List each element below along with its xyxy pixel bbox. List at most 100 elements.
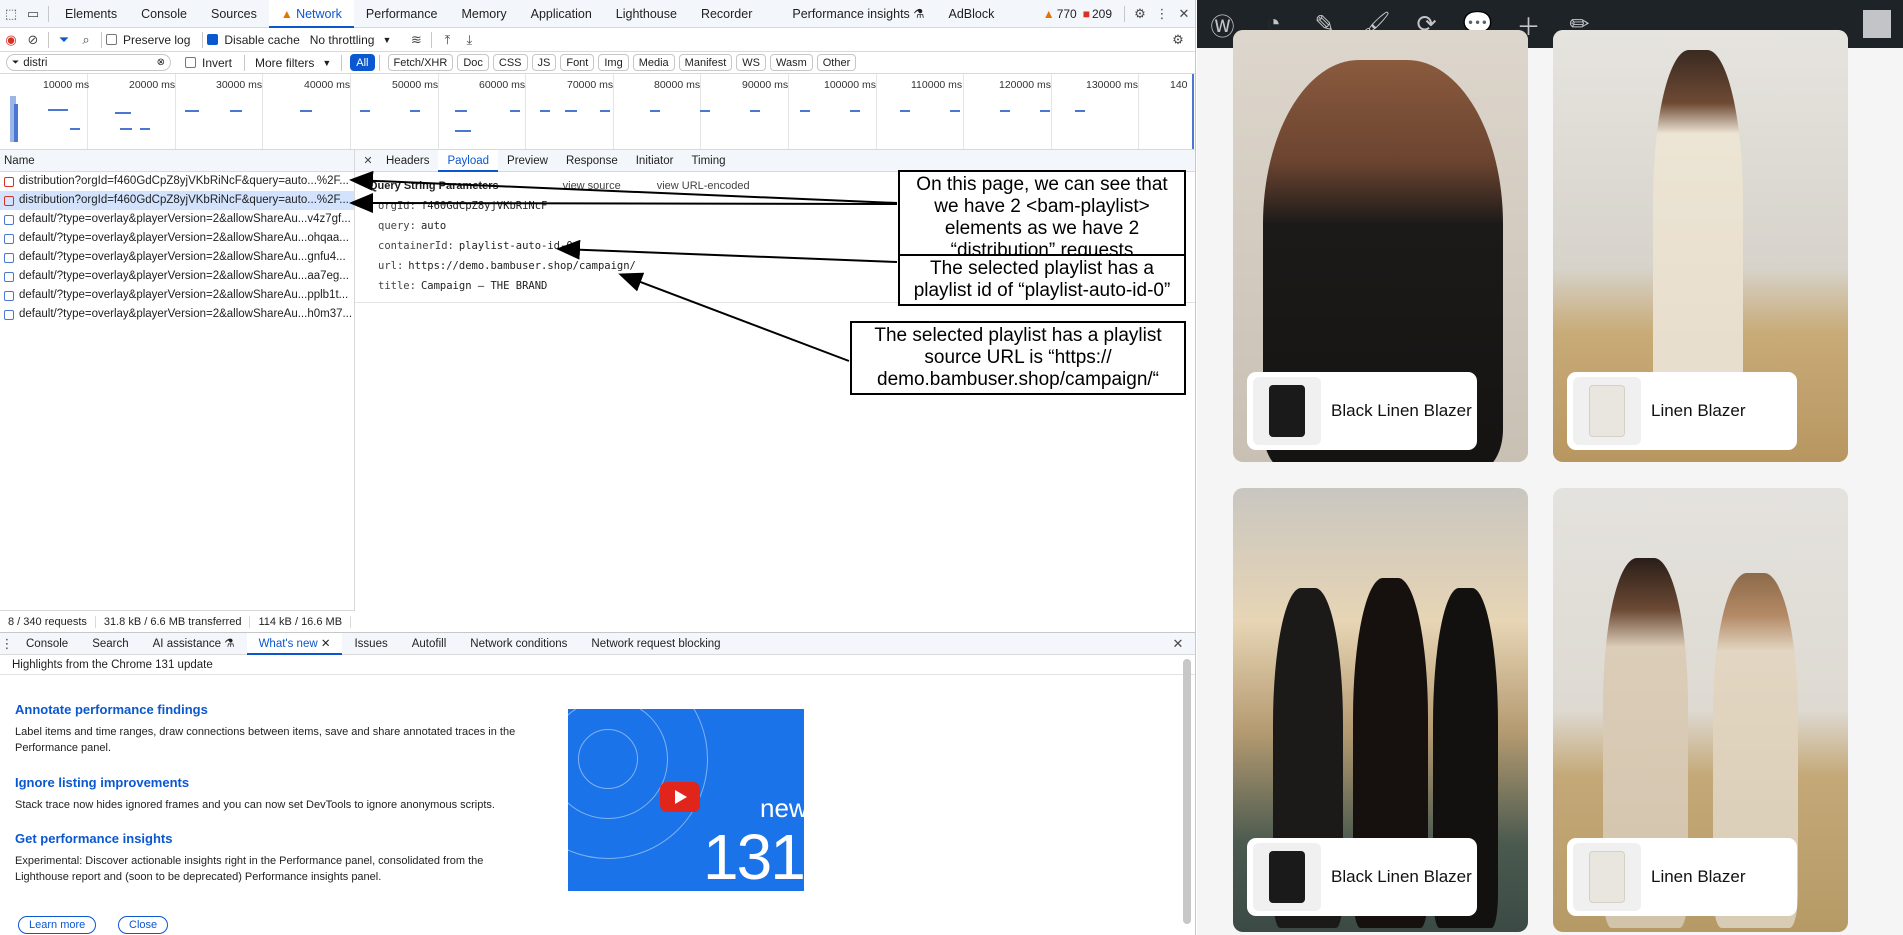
request-row[interactable]: distribution?orgId=f460GdCpZ8yjVKbRiNcF&… (0, 172, 354, 191)
close-icon[interactable]: ✕ (1173, 3, 1195, 25)
tab-lighthouse[interactable]: Lighthouse (604, 0, 689, 28)
chevron-down-icon[interactable]: ▼ (382, 35, 391, 45)
filter-type-doc[interactable]: Doc (457, 54, 489, 71)
filter-type-fetch-xhr[interactable]: Fetch/XHR (387, 54, 454, 71)
filter-type-js[interactable]: JS (531, 54, 557, 71)
tab-network[interactable]: ▲ Network (268, 0, 354, 28)
param-value: Campaign – THE BRAND (420, 280, 548, 292)
tab-memory[interactable]: Memory (449, 0, 518, 28)
import-har-icon[interactable]: ⤒ (436, 29, 458, 51)
view-source-link[interactable]: view source (563, 180, 621, 192)
product-card[interactable]: Black Linen Blazer (1247, 838, 1477, 916)
drawer-tab-whats-new[interactable]: What's new ✕ (246, 632, 343, 655)
preserve-log-checkbox[interactable] (106, 34, 117, 45)
request-row-selected[interactable]: distribution?orgId=f460GdCpZ8yjVKbRiNcF&… (0, 191, 354, 210)
tab-initiator[interactable]: Initiator (627, 150, 683, 172)
request-name: default/?type=overlay&playerVersion=2&al… (19, 308, 353, 320)
learn-more-button[interactable]: Learn more (18, 916, 97, 934)
filter-type-manifest[interactable]: Manifest (678, 54, 733, 71)
product-video-card[interactable]: Black Linen Blazer (1233, 488, 1528, 932)
drawer-tab-search[interactable]: Search (80, 633, 140, 655)
product-video-card[interactable]: Black Linen Blazer (1233, 30, 1528, 462)
whats-new-item-title[interactable]: Get performance insights (0, 831, 530, 846)
whats-new-video-thumbnail[interactable]: new 131 (568, 709, 804, 891)
tab-performance-insights[interactable]: Performance insights ⚗ (780, 0, 936, 28)
filter-type-other[interactable]: Other (816, 54, 857, 71)
product-card[interactable]: Linen Blazer (1567, 372, 1797, 450)
tab-console[interactable]: Console (129, 0, 199, 28)
request-row[interactable]: default/?type=overlay&playerVersion=2&al… (0, 229, 354, 248)
request-row[interactable]: default/?type=overlay&playerVersion=2&al… (0, 248, 354, 267)
whats-new-item-title[interactable]: Annotate performance findings (0, 702, 530, 717)
filter-type-all[interactable]: All (350, 54, 375, 71)
record-icon[interactable]: ◉ (0, 29, 22, 51)
filter-type-wasm[interactable]: Wasm (769, 54, 813, 71)
gear-icon[interactable]: ⚙ (1129, 3, 1151, 25)
more-filters-dropdown[interactable]: More filters (255, 56, 314, 70)
tab-payload[interactable]: Payload (438, 149, 499, 172)
network-timeline-overview[interactable]: 10000 ms 20000 ms 30000 ms 40000 ms 5000… (0, 74, 1195, 150)
errors-count[interactable]: 209 (1092, 7, 1112, 21)
param-value: f460GdCpZ8yjVKbRiNcF (420, 200, 548, 212)
request-row[interactable]: default/?type=overlay&playerVersion=2&al… (0, 305, 354, 324)
product-card[interactable]: Black Linen Blazer (1247, 372, 1477, 450)
inspect-element-icon[interactable]: ⬚ (0, 3, 22, 25)
close-button[interactable]: Close (118, 916, 169, 934)
drawer-tab-ai-assistance[interactable]: AI assistance ⚗ (141, 633, 247, 655)
drawer-tab-network-request-blocking[interactable]: Network request blocking (579, 633, 732, 655)
drawer-tab-console[interactable]: Console (14, 633, 80, 655)
network-settings-gear-icon[interactable]: ⚙ (1167, 29, 1189, 51)
filter-type-ws[interactable]: WS (736, 54, 766, 71)
drawer-tab-network-conditions[interactable]: Network conditions (458, 633, 579, 655)
drawer-scrollbar[interactable] (1183, 659, 1191, 924)
export-har-icon[interactable]: ⤓ (458, 29, 480, 51)
avatar[interactable] (1863, 10, 1891, 38)
chevron-down-icon[interactable]: ▼ (322, 58, 331, 68)
tab-timing[interactable]: Timing (682, 150, 734, 172)
more-vertical-icon[interactable]: ⋮ (1151, 3, 1173, 25)
invert-checkbox[interactable] (185, 57, 196, 68)
column-header-name[interactable]: Name (0, 150, 354, 172)
tab-application[interactable]: Application (519, 0, 604, 28)
tab-adblock[interactable]: AdBlock (937, 0, 1007, 28)
filter-icon[interactable]: ⏷ (53, 29, 75, 51)
tab-elements[interactable]: Elements (53, 0, 129, 28)
flask-icon: ⚗ (913, 6, 925, 21)
filter-type-css[interactable]: CSS (492, 54, 528, 71)
tab-preview[interactable]: Preview (498, 150, 557, 172)
request-row[interactable]: default/?type=overlay&playerVersion=2&al… (0, 210, 354, 229)
tab-recorder[interactable]: Recorder (689, 0, 764, 28)
clear-filter-icon[interactable]: ⊗ (157, 57, 165, 68)
tab-performance[interactable]: Performance (354, 0, 450, 28)
request-row[interactable]: default/?type=overlay&playerVersion=2&al… (0, 286, 354, 305)
timeline-cursor[interactable] (1192, 74, 1194, 149)
whats-new-item-title[interactable]: Ignore listing improvements (0, 775, 530, 790)
drawer-tab-autofill[interactable]: Autofill (400, 633, 459, 655)
play-icon[interactable] (660, 782, 700, 812)
close-drawer-icon[interactable]: ✕ (1167, 633, 1189, 655)
drawer-menu-icon[interactable]: ⋮ (0, 633, 14, 655)
tab-headers[interactable]: Headers (377, 150, 438, 172)
tab-sources[interactable]: Sources (199, 0, 269, 28)
filter-type-font[interactable]: Font (560, 54, 595, 71)
search-icon[interactable]: ⌕ (75, 29, 97, 51)
disable-cache-checkbox[interactable] (207, 34, 219, 45)
request-row[interactable]: default/?type=overlay&playerVersion=2&al… (0, 267, 354, 286)
filter-input[interactable]: ⏷ distri ⊗ (6, 54, 171, 71)
network-conditions-icon[interactable]: ≋ (405, 29, 427, 51)
product-video-card[interactable]: Linen Blazer (1553, 30, 1848, 462)
view-url-encoded-link[interactable]: view URL-encoded (657, 180, 750, 192)
clear-icon[interactable]: ⊘ (22, 29, 44, 51)
throttling-select[interactable]: No throttling (310, 33, 375, 47)
warnings-count[interactable]: 770 (1057, 7, 1077, 21)
device-toolbar-icon[interactable]: ▭ (22, 3, 44, 25)
divider (341, 54, 343, 71)
close-tab-icon[interactable]: ✕ (321, 638, 331, 650)
filter-type-media[interactable]: Media (632, 54, 675, 71)
product-card[interactable]: Linen Blazer (1567, 838, 1797, 916)
product-video-card[interactable]: Linen Blazer (1553, 488, 1848, 932)
filter-type-img[interactable]: Img (598, 54, 629, 71)
close-detail-icon[interactable]: ✕ (359, 150, 377, 172)
tab-response[interactable]: Response (557, 150, 627, 172)
drawer-tab-issues[interactable]: Issues (342, 633, 399, 655)
